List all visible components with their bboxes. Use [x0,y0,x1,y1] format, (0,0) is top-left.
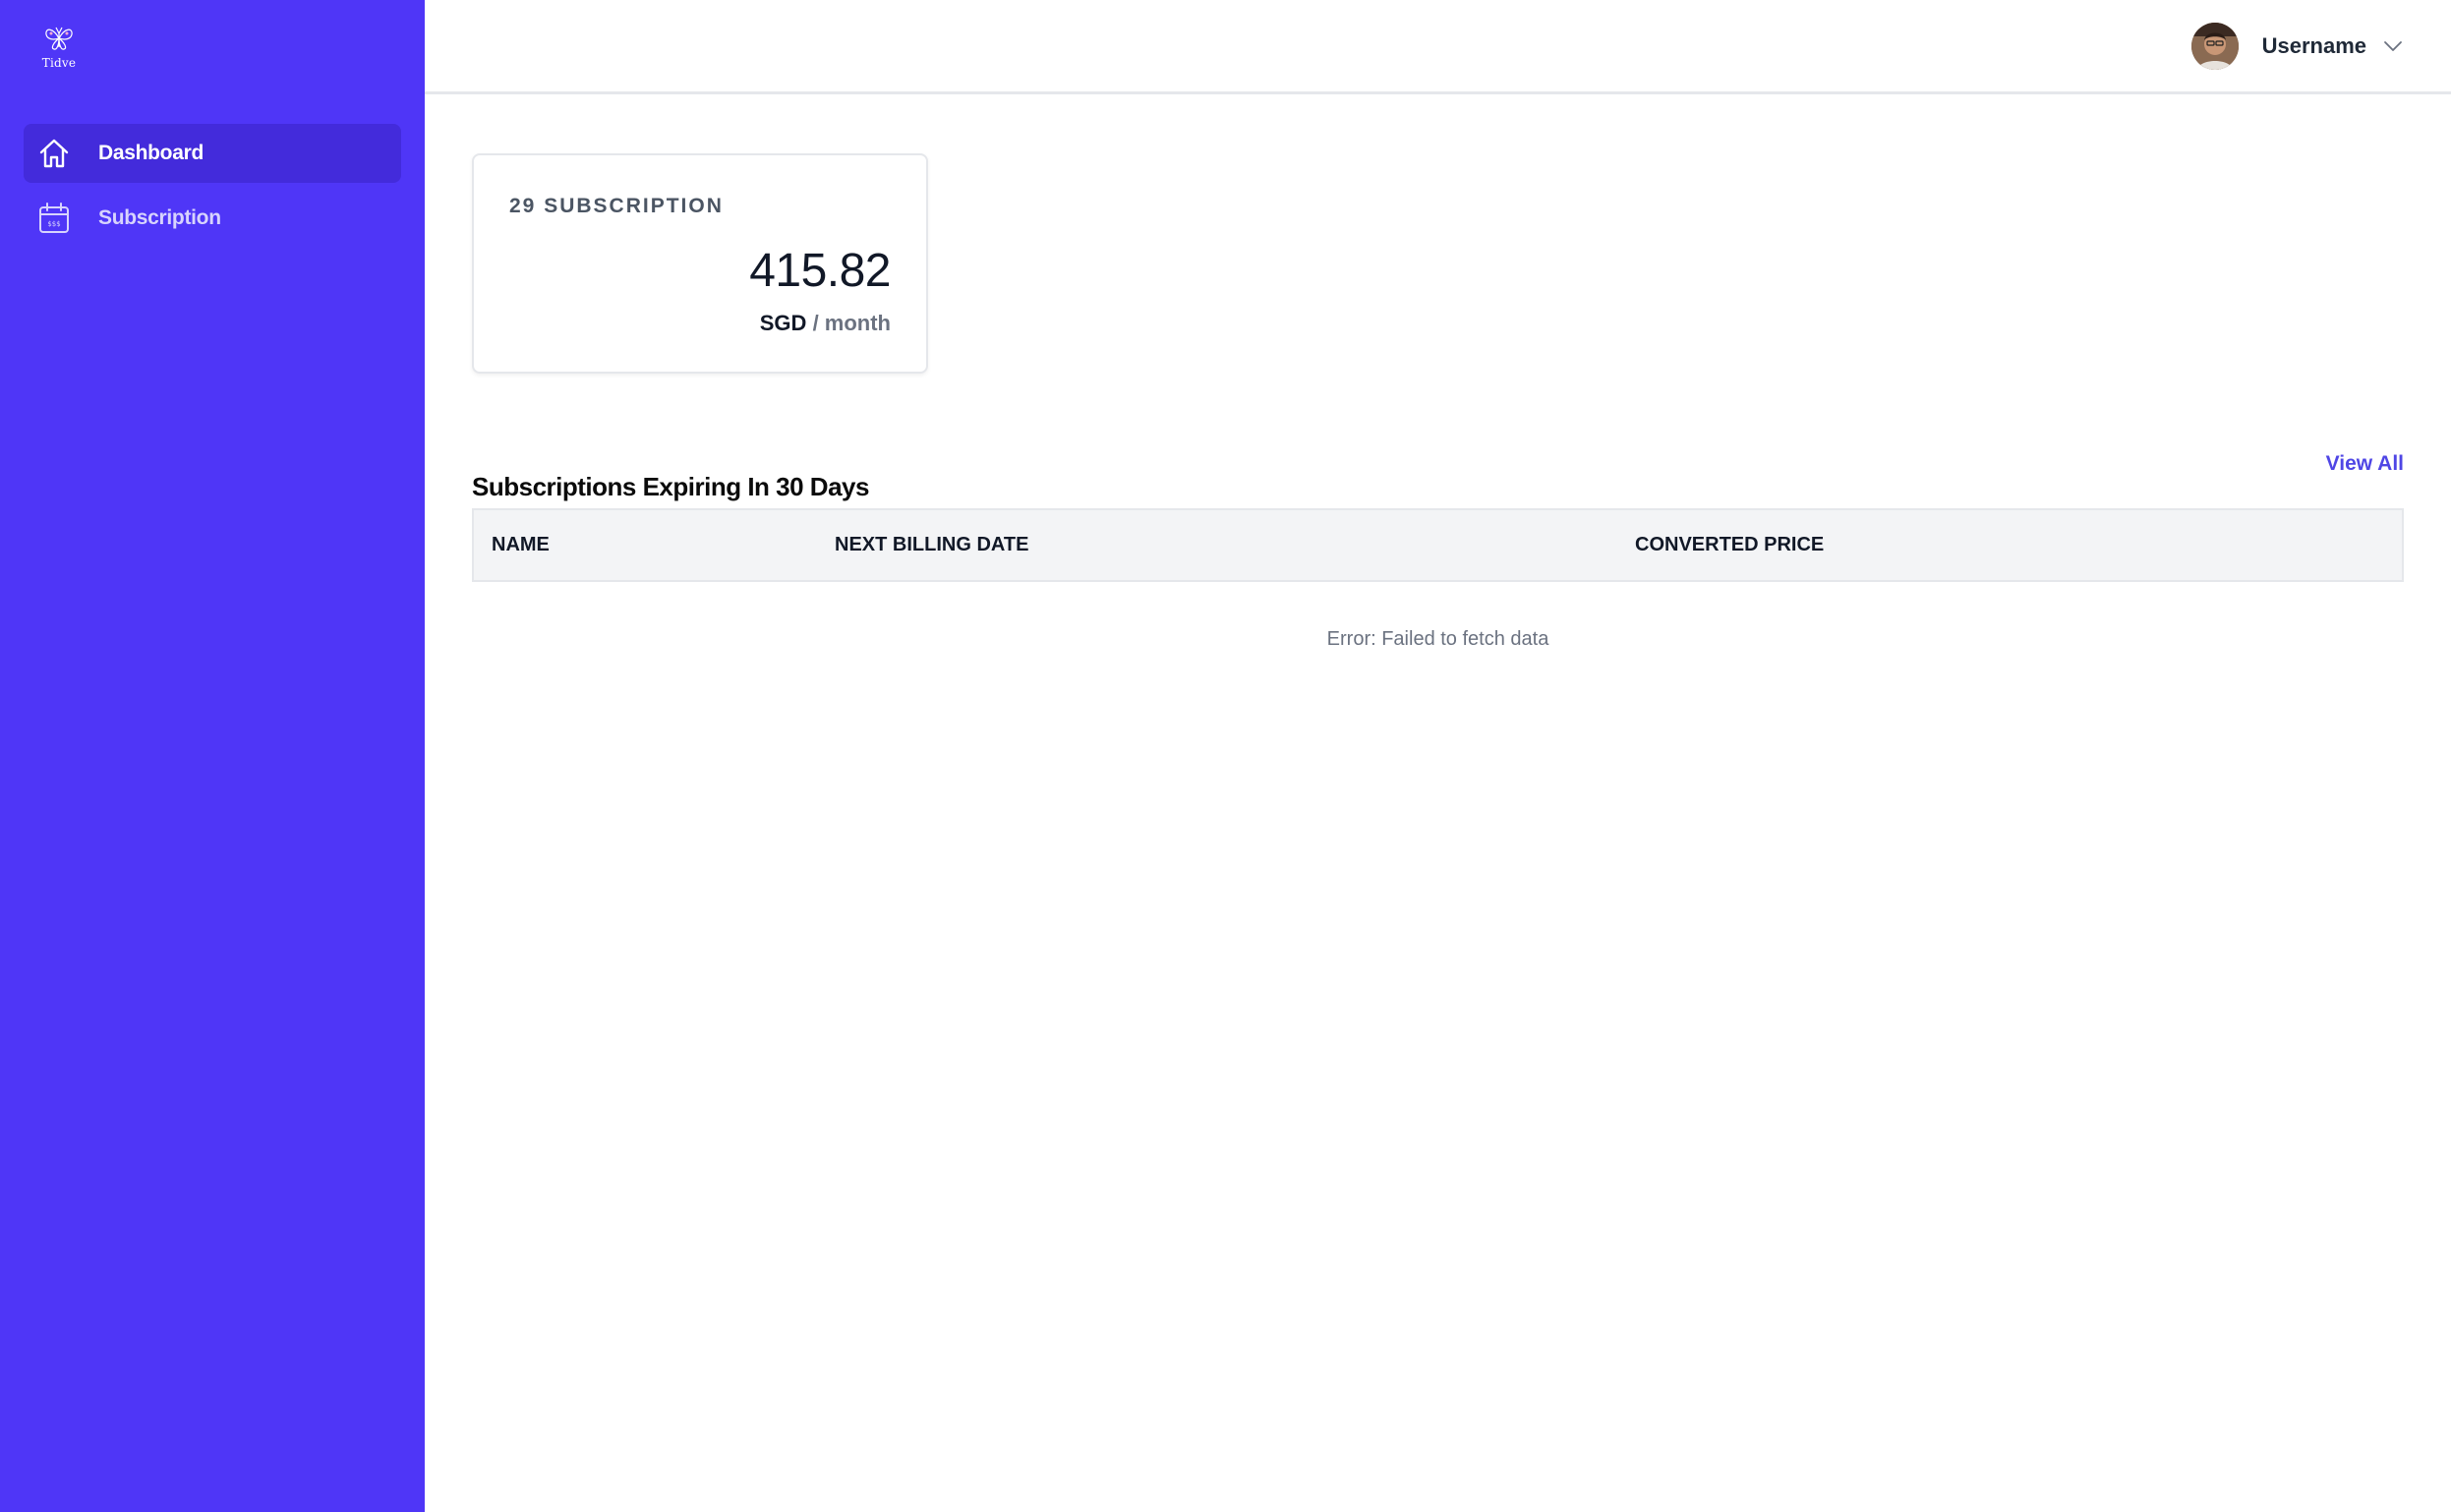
sidebar-item-subscription[interactable]: $$$ Subscription [24,189,401,248]
chevron-down-icon[interactable] [2382,35,2404,57]
sidebar-nav: Dashboard $$$ Subscription [24,124,401,254]
amount-unit: SGD / month [760,311,891,336]
avatar[interactable] [2190,23,2239,70]
monthly-amount: 415.82 [749,245,891,297]
sidebar-item-label: Subscription [98,206,221,229]
table-header: NAME NEXT BILLING DATE CONVERTED PRICE [472,508,2404,582]
column-header-converted-price[interactable]: CONVERTED PRICE [1635,534,1824,556]
butterfly-logo-icon [45,27,73,50]
currency-label: SGD [759,311,807,335]
view-all-link[interactable]: View All [2326,452,2404,476]
calendar-icon: $$$ [37,202,71,235]
top-bar: Username [425,0,2451,94]
error-message: Error: Failed to fetch data [1326,628,1549,650]
sidebar-item-dashboard[interactable]: Dashboard [24,124,401,183]
sidebar-item-label: Dashboard [98,142,204,164]
user-menu[interactable]: Username [2190,23,2404,70]
sidebar: Tidve Dashboard $$$ Subscription [0,0,425,1512]
subscription-summary-card: 29 SUBSCRIPTION 415.82 SGD / month [472,153,928,374]
column-header-next-billing-date[interactable]: NEXT BILLING DATE [835,534,1028,556]
app-root: Tidve Dashboard $$$ Subscription Usernam… [0,0,2451,1512]
brand-logo[interactable]: Tidve [39,22,79,73]
brand-name: Tidve [41,56,77,70]
column-header-name[interactable]: NAME [492,534,550,556]
home-icon [37,137,71,170]
svg-text:$$$: $$$ [47,220,60,228]
main-content: Username 29 SUBSCRIPTION 415.82 SGD / mo… [425,0,2451,1512]
section-title: Subscriptions Expiring In 30 Days [472,471,869,501]
expiring-table: NAME NEXT BILLING DATE CONVERTED PRICE E… [472,508,2404,650]
card-title: 29 SUBSCRIPTION [509,195,724,217]
period-label: / month [812,311,891,335]
username: Username [2261,33,2366,58]
